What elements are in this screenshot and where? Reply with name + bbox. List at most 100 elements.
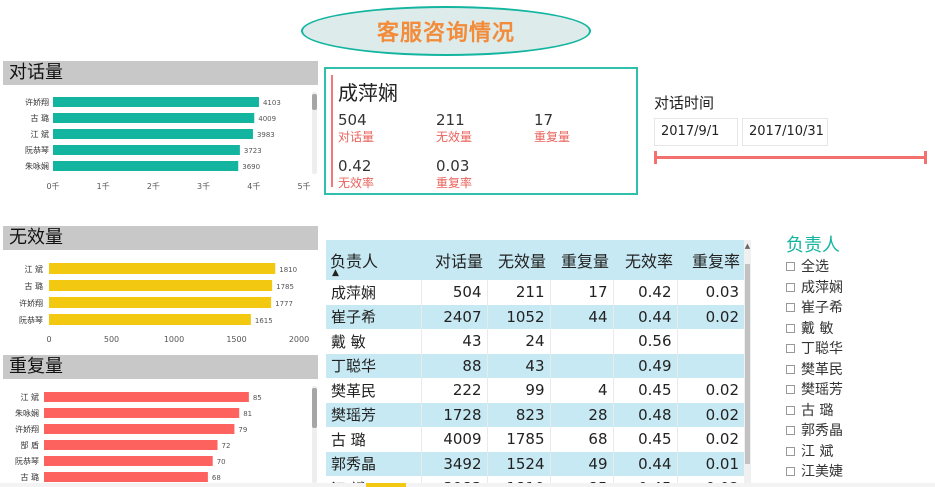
dialog-bar[interactable]	[53, 97, 259, 107]
repeat-bar[interactable]	[44, 392, 249, 402]
table-cell-value: 99	[486, 378, 550, 403]
table-scroll-thumb[interactable]	[745, 264, 750, 464]
checkbox-icon[interactable]	[786, 262, 795, 271]
invalid-bar[interactable]	[49, 297, 272, 308]
dialog-bar[interactable]	[53, 161, 239, 171]
invalid-value-label: 1810	[279, 266, 297, 274]
table-cell-value: 0.03	[676, 280, 744, 305]
repeat-bar[interactable]	[44, 456, 213, 466]
invalid-bar[interactable]	[49, 263, 276, 274]
dialog-chart-scroll-thumb[interactable]	[312, 94, 317, 110]
invalid-category-label: 阮恭琴	[19, 316, 43, 325]
slicer-item[interactable]: 古 璐	[786, 401, 833, 421]
checkbox-icon[interactable]	[786, 446, 795, 456]
repeat-bar[interactable]	[44, 424, 235, 434]
card-dialog-label: 对话量	[338, 130, 375, 144]
repeat-bar[interactable]	[44, 408, 240, 418]
repeat-bar-chart[interactable]: 江 斌 85 朱咏娴 81 许娇翔 79 郜 盾 72 阮恭琴 70 古 璐 68	[3, 382, 313, 483]
dialog-bar-chart[interactable]: 许娇翔 4103 古 璐 4009 江 斌 3983 阮恭琴 3723 朱咏娴 3690 0千 1千 2…	[3, 88, 313, 198]
column-header-repeat-rate[interactable]: 重复率	[677, 240, 744, 280]
checkbox-icon[interactable]	[786, 426, 795, 435]
date-range-end-handle[interactable]	[924, 151, 927, 164]
table-row[interactable]: 樊瑶芳 1728 823 28 0.48 0.02	[326, 402, 744, 427]
checkbox-icon[interactable]	[786, 467, 795, 476]
table-cell-value	[549, 329, 613, 354]
table-row[interactable]: 樊革民 222 99 4 0.45 0.02	[326, 378, 744, 403]
column-header-repeat[interactable]: 重复量	[550, 240, 613, 280]
slicer-item[interactable]: 丁聪华	[786, 339, 843, 359]
checkbox-icon[interactable]	[786, 303, 795, 312]
slicer-item[interactable]: 江美婕	[786, 462, 843, 482]
table-cell-owner: 樊瑶芳	[326, 402, 421, 427]
slicer-item[interactable]: 戴 敏	[786, 319, 833, 339]
table-row[interactable]: 古 璐 4009 1785 68 0.45 0.02	[326, 427, 744, 452]
dialog-value-label: 3690	[242, 163, 260, 171]
table-cell-value: 504	[420, 280, 487, 305]
table-row[interactable]: 郭秀晶 3492 1524 49 0.44 0.01	[326, 451, 744, 476]
repeat-value-label: 68	[212, 474, 221, 482]
column-header-dialog[interactable]: 对话量	[421, 240, 487, 280]
repeat-bar[interactable]	[44, 472, 208, 482]
table-cell-value: 0.42	[612, 280, 677, 305]
slicer-item[interactable]: 樊革民	[786, 360, 843, 380]
card-dialog-value: 504	[338, 111, 367, 129]
checkbox-icon[interactable]	[786, 323, 795, 333]
table-cell-value	[676, 353, 744, 378]
table-cell-value: 0.49	[612, 353, 677, 378]
table-row[interactable]: 丁聪华 88 43 0.49	[326, 353, 744, 378]
checkbox-icon[interactable]	[786, 344, 795, 353]
card-invalid-rate-label: 无效率	[338, 176, 375, 190]
column-header-invalid[interactable]: 无效量	[487, 240, 550, 280]
invalid-chart-svg: 江 斌 1810 古 璐 1785 许娇翔 1777 阮恭琴 1615 0 500 1000 1500…	[19, 263, 309, 344]
repeat-bar[interactable]	[44, 440, 218, 450]
dialog-category-label: 江 斌	[30, 129, 49, 139]
invalid-bar[interactable]	[49, 314, 251, 325]
repeat-chart-scrollbar[interactable]	[312, 386, 317, 483]
table-row[interactable]: 成萍娴 504 211 17 0.42 0.03	[326, 280, 744, 305]
date-range-slider-track[interactable]	[655, 156, 927, 159]
dialog-tick-label: 0千	[46, 181, 59, 191]
column-header-owner[interactable]: 负责人 ▲	[326, 240, 421, 280]
dialog-bar[interactable]	[53, 129, 253, 139]
invalid-value-label: 1615	[255, 317, 273, 325]
repeat-category-label: 朱咏娴	[15, 408, 39, 418]
checkbox-icon[interactable]	[786, 282, 795, 292]
repeat-chart-scroll-thumb[interactable]	[312, 388, 317, 428]
slicer-item[interactable]: 郭秀晶	[786, 421, 843, 441]
table-cell-value: 1728	[420, 402, 487, 427]
dialog-category-label: 古 璐	[30, 113, 49, 123]
checkbox-icon[interactable]	[786, 405, 795, 415]
table-row[interactable]: 崔子希 2407 1052 44 0.44 0.02	[326, 304, 744, 329]
slicer-item[interactable]: 崔子希	[786, 298, 843, 318]
slicer-item[interactable]: 全选	[786, 257, 829, 277]
date-range-start-handle[interactable]	[654, 151, 657, 164]
table-cell-value: 49	[549, 451, 613, 476]
table-cell-value: 0.02	[676, 378, 744, 403]
dialog-tick-label: 4千	[247, 181, 260, 191]
invalid-category-label: 许娇翔	[19, 298, 43, 308]
end-date-input[interactable]: 2017/10/31	[742, 118, 828, 146]
dialog-bar[interactable]	[53, 145, 240, 155]
checkbox-icon[interactable]	[786, 364, 795, 374]
column-header-invalid-rate[interactable]: 无效率	[613, 240, 677, 280]
dialog-chart-scrollbar[interactable]	[312, 92, 317, 174]
dialog-bar[interactable]	[53, 113, 255, 123]
dialog-category-label: 许娇翔	[25, 97, 49, 107]
start-date-input[interactable]: 2017/9/1	[654, 118, 738, 146]
slicer-item[interactable]: 江 斌	[786, 442, 833, 462]
slicer-item[interactable]: 成萍娴	[786, 278, 843, 298]
table-scrollbar[interactable]: ▲	[744, 240, 751, 487]
table-cell-value: 823	[486, 402, 550, 427]
invalid-bar-chart[interactable]: 江 斌 1810 古 璐 1785 许娇翔 1777 阮恭琴 1615 0 500 1000 1500…	[3, 253, 313, 353]
repeat-category-label: 阮恭琴	[15, 457, 39, 466]
repeat-category-label: 江 斌	[20, 392, 39, 402]
invalid-bar[interactable]	[49, 280, 273, 291]
person-stats-table[interactable]: 负责人 ▲ 对话量 无效量 重复量 无效率 重复率 成萍娴 504 211 17 0.42…	[326, 240, 744, 487]
dialog-tick-label: 5千	[297, 181, 310, 191]
table-row[interactable]: 戴 敏 43 24 0.56	[326, 329, 744, 354]
scroll-up-icon[interactable]: ▲	[744, 242, 751, 250]
card-metric-invalid-rate: 0.42 无效率	[338, 157, 428, 190]
checkbox-icon[interactable]	[786, 385, 795, 394]
invalid-tick-label: 1500	[226, 335, 246, 344]
slicer-item[interactable]: 樊瑶芳	[786, 380, 843, 400]
